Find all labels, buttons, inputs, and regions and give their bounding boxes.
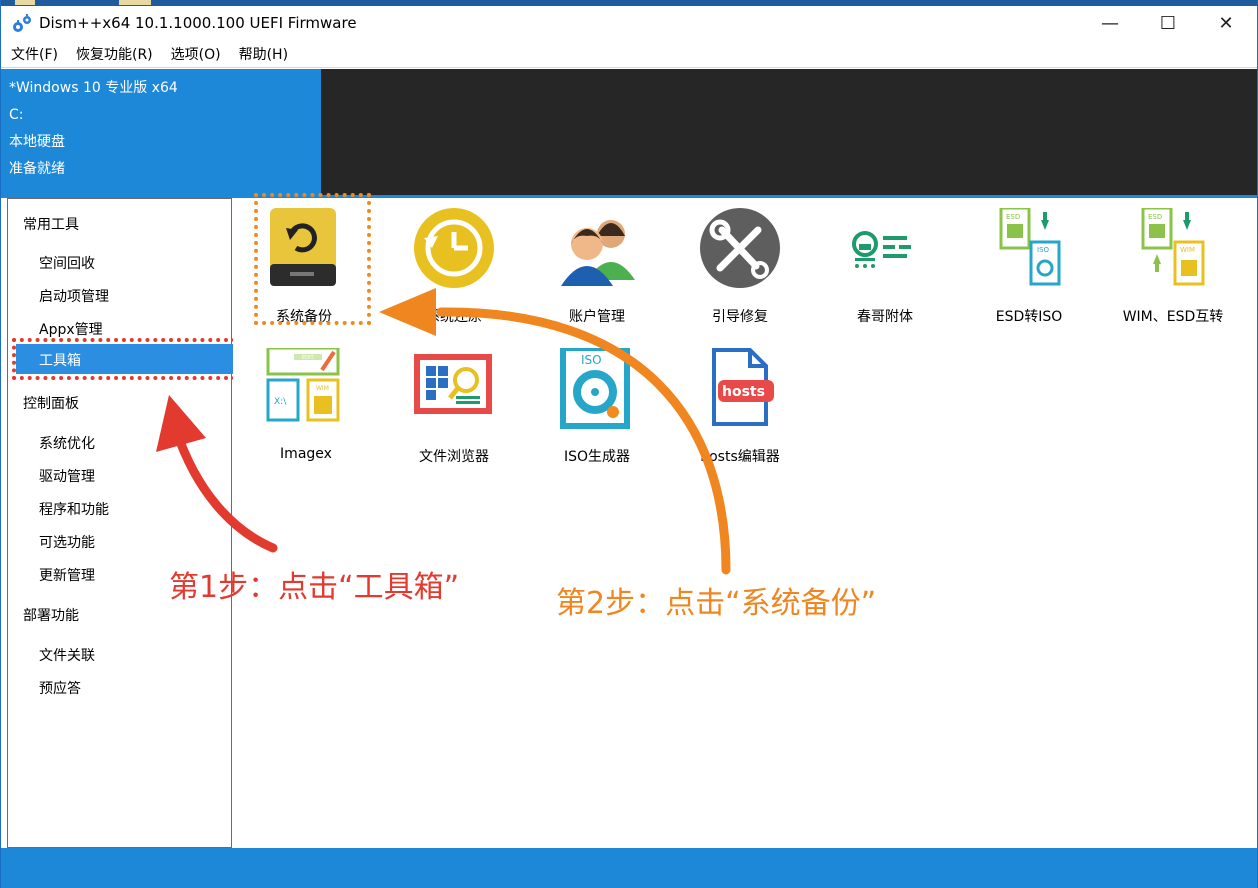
sidebar-item-unattend[interactable]: 预应答 (39, 678, 81, 698)
step1-annotation: 第1步：点击“工具箱” (169, 570, 460, 605)
x-drive-tag: X:\ (274, 397, 287, 407)
status-bar (1, 848, 1257, 888)
image-info-panel[interactable]: *Windows 10 专业版 x64 C: 本地硬盘 准备就绪 (1, 69, 321, 195)
step2-annotation: 第2步：点击“系统备份” (556, 586, 877, 621)
tool-account-manager[interactable]: 账户管理 (527, 208, 667, 326)
wrench-screwdriver-icon (700, 208, 780, 288)
disk-type: 本地硬盘 (9, 134, 65, 150)
sidebar-item-appx[interactable]: Appx管理 (39, 319, 103, 339)
tool-file-browser[interactable]: 文件浏览器 (384, 348, 524, 466)
users-icon (561, 220, 635, 286)
toolbox-grid: 系统备份 系统还原 账户管理 引导修复 春哥附体 ESD ISO ESD转ISO… (233, 198, 1257, 848)
restore-clock-icon (414, 208, 494, 288)
sidebar-item-space-cleanup[interactable]: 空间回收 (39, 253, 95, 273)
iso-maker-icon: ISO (560, 345, 630, 429)
close-button[interactable]: ✕ (1197, 6, 1255, 40)
tool-boot-repair[interactable]: 引导修复 (670, 208, 810, 326)
tool-chunge-futi[interactable]: 春哥附体 (815, 208, 955, 326)
session-list-panel[interactable] (321, 69, 1257, 195)
sidebar-item-startup[interactable]: 启动项管理 (39, 286, 109, 306)
menu-options[interactable]: 选项(O) (171, 44, 221, 64)
sidebar-item-drivers[interactable]: 驱动管理 (39, 466, 95, 486)
sidebar: 常用工具 空间回收 启动项管理 Appx管理 工具箱 控制面板 系统优化 驱动管… (7, 198, 244, 848)
dism-window: Dism++x64 10.1.1000.100 UEFI Firmware — … (0, 0, 1258, 888)
sidebar-item-programs[interactable]: 程序和功能 (39, 499, 109, 519)
sidebar-group-control[interactable]: 控制面板 (23, 393, 79, 413)
esd-tag: ESD (1006, 213, 1020, 221)
gear-app-icon (13, 14, 31, 32)
step2-highlight-box (254, 193, 371, 325)
maximize-button[interactable]: ☐ (1139, 6, 1197, 40)
tool-label: 引导修复 (712, 309, 768, 325)
tool-iso-maker[interactable]: ISO ISO生成器 (527, 345, 667, 466)
tool-label: 系统还原 (426, 309, 482, 325)
esd-tag: ESD (1148, 213, 1162, 221)
tool-label: Imagex (280, 446, 332, 462)
menu-help[interactable]: 帮助(H) (239, 44, 288, 64)
wim-tag: WIM (1180, 246, 1195, 254)
file-browser-icon (414, 354, 492, 414)
tool-label: ESD转ISO (995, 309, 1063, 325)
window-title: Dism++x64 10.1.1000.100 UEFI Firmware (39, 14, 357, 32)
hosts-editor-icon: hosts (712, 348, 774, 426)
tool-label: WIM、ESD互转 (1122, 309, 1224, 325)
tool-label: 账户管理 (569, 309, 625, 325)
sidebar-item-optional-features[interactable]: 可选功能 (39, 532, 95, 552)
tool-label: hosts编辑器 (700, 449, 780, 465)
tool-label: 春哥附体 (857, 309, 913, 325)
tool-hosts-editor[interactable]: hosts hosts编辑器 (670, 348, 810, 466)
sidebar-group-common[interactable]: 常用工具 (23, 214, 79, 234)
iso-tag: ISO (1037, 246, 1050, 254)
drive-letter: C: (9, 107, 24, 123)
menu-file[interactable]: 文件(F) (11, 44, 58, 64)
tool-wim-esd-convert[interactable]: ESD WIM WIM、ESD互转 (1103, 206, 1243, 326)
os-name: *Windows 10 专业版 x64 (9, 80, 178, 96)
wim-tag: WIM (316, 385, 329, 392)
minimize-button[interactable]: — (1081, 6, 1139, 40)
tool-label: ISO生成器 (563, 449, 631, 465)
wim-esd-convert-icon: ESD WIM (1141, 206, 1205, 286)
tool-esd-to-iso[interactable]: ESD ISO ESD转ISO (959, 206, 1099, 326)
tool-imagex[interactable]: EDIT X:\ WIM Imagex (236, 346, 376, 462)
sidebar-item-toolbox-label: 工具箱 (39, 353, 81, 369)
sidebar-item-optimize[interactable]: 系统优化 (39, 433, 95, 453)
esd-to-iso-icon: ESD ISO (999, 206, 1061, 286)
sidebar-item-updates[interactable]: 更新管理 (39, 565, 95, 585)
tool-label: 文件浏览器 (419, 449, 489, 465)
title-bar[interactable]: Dism++x64 10.1.1000.100 UEFI Firmware — … (1, 6, 1257, 40)
iso-tag: ISO (581, 353, 602, 367)
sidebar-group-deploy[interactable]: 部署功能 (23, 605, 79, 625)
sidebar-item-file-assoc[interactable]: 文件关联 (39, 645, 95, 665)
hosts-tag: hosts (722, 384, 765, 400)
menu-restore[interactable]: 恢复功能(R) (76, 44, 153, 64)
imagex-icon: EDIT X:\ WIM (266, 346, 340, 422)
menu-bar: 文件(F) 恢复功能(R) 选项(O) 帮助(H) (1, 40, 1257, 68)
status-text: 准备就绪 (9, 161, 65, 177)
tool-system-restore[interactable]: 系统还原 (384, 208, 524, 326)
toggle-settings-icon (852, 231, 911, 268)
edit-tag: EDIT (302, 355, 314, 361)
